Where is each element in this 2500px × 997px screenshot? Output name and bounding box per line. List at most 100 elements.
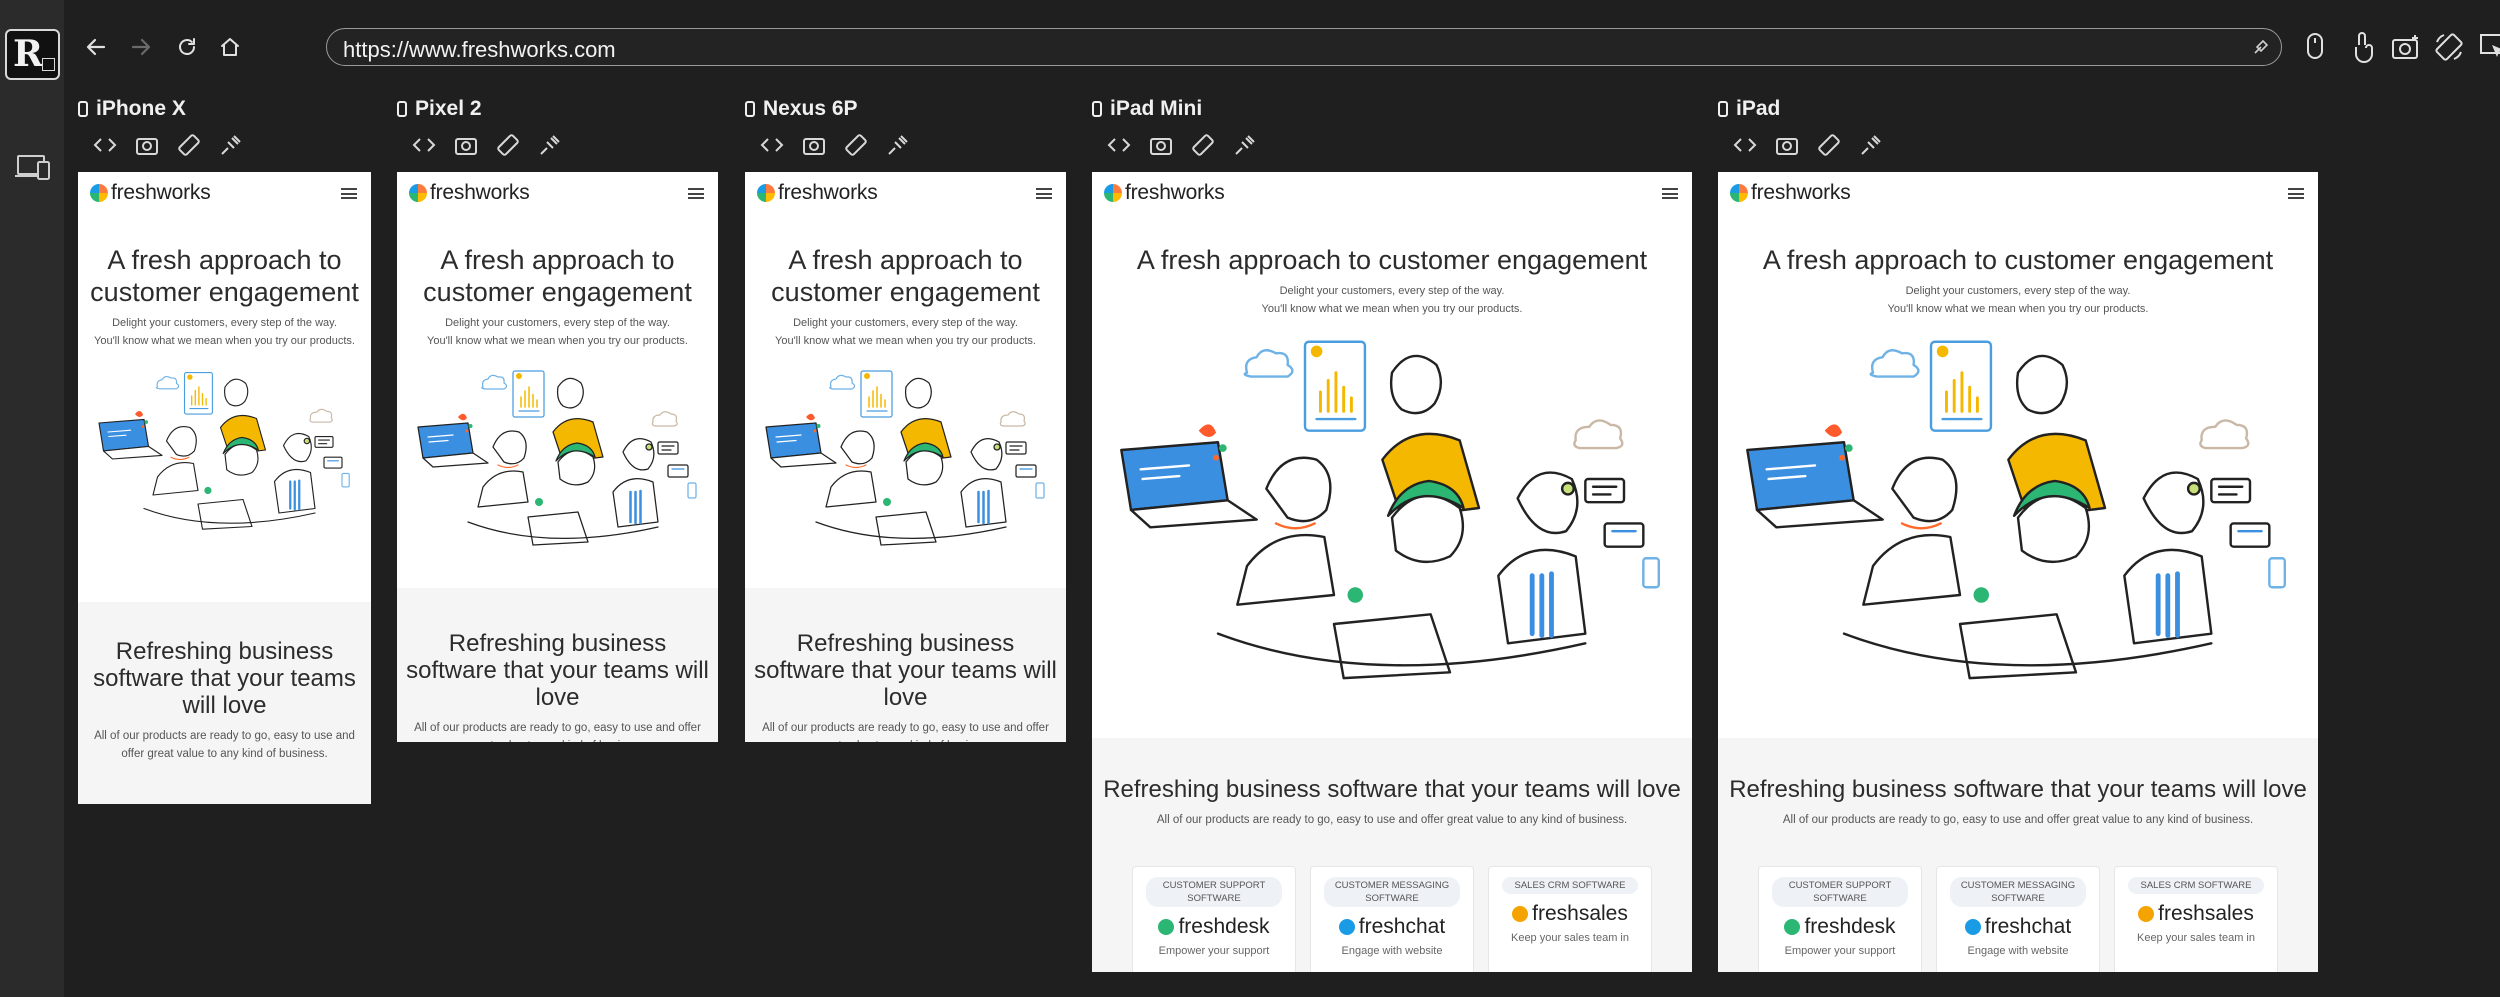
link-icon[interactable] bbox=[885, 132, 911, 158]
rotate-icon[interactable] bbox=[843, 132, 869, 158]
product-card-freshsales[interactable]: SALES CRM SOFTWARE freshsales Keep your … bbox=[1488, 866, 1652, 972]
viewport: freshworks A fresh approach to customer … bbox=[1718, 172, 2318, 972]
section-title: Refreshing business software that your t… bbox=[1103, 776, 1681, 803]
site-header: freshworks bbox=[1718, 172, 2318, 212]
inspect-cursor-icon[interactable] bbox=[2474, 28, 2500, 66]
product-card-freshsales[interactable]: SALES CRM SOFTWARE freshsales Keep your … bbox=[2114, 866, 2278, 972]
product-tag: CUSTOMER SUPPORT SOFTWARE bbox=[1146, 877, 1282, 907]
screenshot-icon[interactable] bbox=[2387, 28, 2425, 66]
code-icon[interactable] bbox=[411, 132, 437, 158]
hamburger-menu-icon[interactable] bbox=[1662, 188, 1678, 199]
section-subtitle: All of our products are ready to go, eas… bbox=[1156, 814, 1628, 826]
section-title: Refreshing business software that your t… bbox=[754, 630, 1057, 711]
product-card-freshdesk[interactable]: CUSTOMER SUPPORT SOFTWARE freshdesk Empo… bbox=[1758, 866, 1922, 972]
rotate-icon[interactable] bbox=[495, 132, 521, 158]
camera-icon[interactable] bbox=[134, 132, 160, 158]
device-label: iPhone X bbox=[78, 96, 186, 122]
product-tag: CUSTOMER SUPPORT SOFTWARE bbox=[1772, 877, 1908, 907]
rotate-icon[interactable] bbox=[1190, 132, 1216, 158]
mouse-icon[interactable] bbox=[2296, 28, 2334, 66]
touch-icon[interactable] bbox=[2343, 28, 2381, 66]
product-card-freshchat[interactable]: CUSTOMER MESSAGING SOFTWARE freshchat En… bbox=[1310, 866, 1474, 972]
url-text[interactable]: https://www.freshworks.com bbox=[343, 37, 616, 63]
hero-title: A fresh approach to customer engagement bbox=[1136, 245, 1648, 275]
url-action-icon[interactable] bbox=[2251, 37, 2271, 57]
home-icon[interactable] bbox=[213, 30, 247, 64]
product-name: freshsales bbox=[2115, 902, 2277, 926]
forward-arrow-icon[interactable] bbox=[124, 30, 158, 64]
hero-subtitle: Delight your customers, every step of th… bbox=[775, 317, 1036, 347]
link-icon[interactable] bbox=[1232, 132, 1258, 158]
app-logo: R bbox=[5, 29, 60, 80]
freshsales-icon bbox=[2138, 906, 2155, 922]
phone-icon bbox=[78, 101, 88, 117]
camera-icon[interactable] bbox=[1148, 132, 1174, 158]
hamburger-menu-icon[interactable] bbox=[1036, 188, 1052, 199]
hero-subtitle: Delight your customers, every step of th… bbox=[94, 317, 355, 347]
link-icon[interactable] bbox=[218, 132, 244, 158]
site-header: freshworks bbox=[1092, 172, 1692, 212]
product-name: freshdesk bbox=[1133, 915, 1295, 939]
products-section: Refreshing business software that your t… bbox=[1718, 738, 2318, 972]
product-name: freshchat bbox=[1311, 915, 1473, 939]
rotate-icon[interactable] bbox=[176, 132, 202, 158]
viewport: freshworks A fresh approach to customer … bbox=[745, 172, 1066, 742]
product-name: freshchat bbox=[1937, 915, 2099, 939]
freshworks-logo[interactable]: freshworks bbox=[409, 181, 530, 205]
hamburger-menu-icon[interactable] bbox=[341, 188, 357, 199]
device-label: iPad bbox=[1718, 96, 1780, 122]
link-icon[interactable] bbox=[1858, 132, 1884, 158]
product-tag: SALES CRM SOFTWARE bbox=[2128, 877, 2264, 894]
product-name: freshsales bbox=[1489, 902, 1651, 926]
code-icon[interactable] bbox=[92, 132, 118, 158]
freshdesk-icon bbox=[1158, 919, 1175, 935]
hamburger-menu-icon[interactable] bbox=[688, 188, 704, 199]
tablet-icon bbox=[1092, 101, 1102, 117]
freshworks-logo[interactable]: freshworks bbox=[90, 181, 211, 205]
rotate-icon[interactable] bbox=[2430, 28, 2468, 66]
hero-illustration bbox=[90, 360, 360, 540]
viewport: freshworks A fresh approach to customer … bbox=[1092, 172, 1692, 972]
site-header: freshworks bbox=[78, 172, 371, 212]
products-section: Refreshing business software that your t… bbox=[745, 588, 1066, 742]
freshworks-logo[interactable]: freshworks bbox=[757, 181, 878, 205]
device-name: iPad Mini bbox=[1110, 97, 1203, 120]
freshworks-logo[interactable]: freshworks bbox=[1730, 181, 1851, 205]
hero-subtitle: Delight your customers, every step of th… bbox=[1887, 285, 2149, 315]
site-header: freshworks bbox=[397, 172, 718, 212]
camera-icon[interactable] bbox=[1774, 132, 1800, 158]
products-section: Refreshing business software that your t… bbox=[1092, 738, 1692, 972]
product-desc: Empower your support bbox=[1158, 945, 1270, 957]
freshchat-icon bbox=[1964, 919, 1981, 935]
product-cards: CUSTOMER SUPPORT SOFTWARE freshdesk Empo… bbox=[1718, 866, 2318, 972]
section-subtitle: All of our products are ready to go, eas… bbox=[762, 722, 1049, 742]
freshworks-logo[interactable]: freshworks bbox=[1104, 181, 1225, 205]
devices-icon[interactable] bbox=[14, 152, 52, 182]
code-icon[interactable] bbox=[759, 132, 785, 158]
back-arrow-icon[interactable] bbox=[79, 30, 113, 64]
link-icon[interactable] bbox=[537, 132, 563, 158]
product-card-freshdesk[interactable]: CUSTOMER SUPPORT SOFTWARE freshdesk Empo… bbox=[1132, 866, 1296, 972]
hero: A fresh approach to customer engagement … bbox=[1092, 244, 1692, 318]
site-header: freshworks bbox=[745, 172, 1066, 212]
device-label: iPad Mini bbox=[1092, 96, 1202, 122]
product-cards: CUSTOMER SUPPORT SOFTWARE freshdesk Empo… bbox=[1092, 866, 1692, 972]
product-card-freshchat[interactable]: CUSTOMER MESSAGING SOFTWARE freshchat En… bbox=[1936, 866, 2100, 972]
camera-icon[interactable] bbox=[453, 132, 479, 158]
device-name: iPhone X bbox=[96, 97, 186, 120]
devtool-sidebar: R bbox=[0, 0, 64, 997]
camera-icon[interactable] bbox=[801, 132, 827, 158]
rotate-icon[interactable] bbox=[1816, 132, 1842, 158]
freshsales-icon bbox=[1512, 906, 1529, 922]
hamburger-menu-icon[interactable] bbox=[2288, 188, 2304, 199]
product-desc: Keep your sales team in bbox=[1510, 932, 1629, 944]
device-name: Nexus 6P bbox=[763, 97, 858, 120]
hero-illustration bbox=[408, 362, 708, 552]
reload-icon[interactable] bbox=[170, 30, 204, 64]
product-tag: CUSTOMER MESSAGING SOFTWARE bbox=[1950, 877, 2086, 907]
code-icon[interactable] bbox=[1732, 132, 1758, 158]
device-name: Pixel 2 bbox=[415, 97, 482, 120]
tablet-icon bbox=[1718, 101, 1728, 117]
url-bar[interactable]: https://www.freshworks.com bbox=[326, 28, 2282, 66]
code-icon[interactable] bbox=[1106, 132, 1132, 158]
